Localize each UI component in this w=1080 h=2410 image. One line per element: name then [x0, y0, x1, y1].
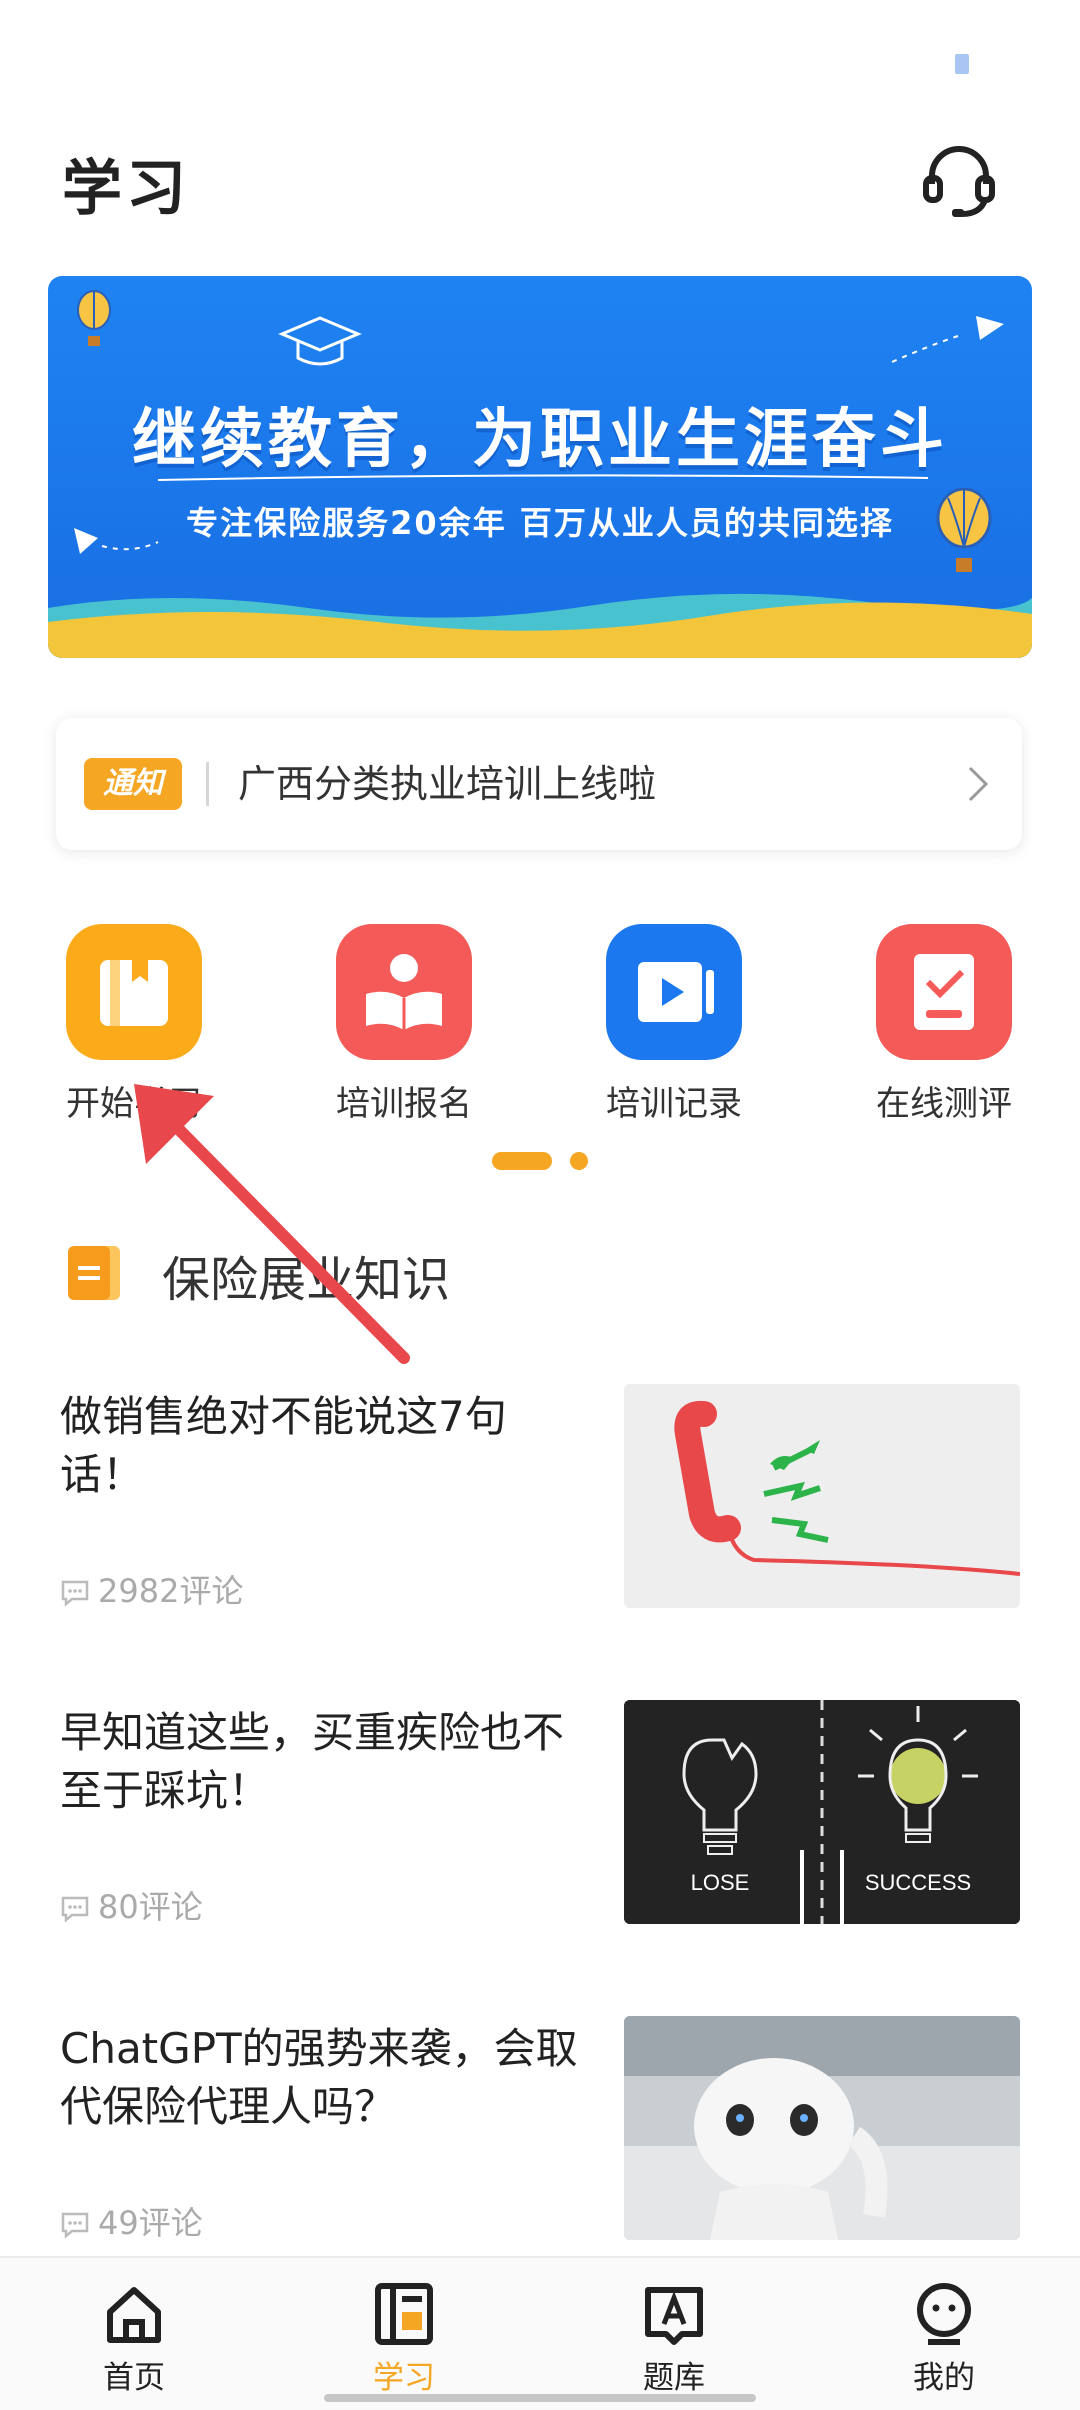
tab-home[interactable]: 首页	[74, 2282, 194, 2396]
menu-training-signup[interactable]: 培训报名	[316, 924, 492, 1124]
menu-label: 培训记录	[606, 1084, 742, 1124]
balloon-icon	[77, 290, 111, 346]
book-icon	[66, 924, 202, 1060]
chevron-right-icon	[968, 766, 989, 802]
customer-service-button[interactable]	[918, 138, 1000, 220]
promo-banner[interactable]: 继续教育，为职业生涯奋斗 专注保险服务20余年 百万从业人员的共同选择	[48, 276, 1032, 658]
article-image-lightbulb[interactable]: LOSE SUCCESS	[624, 1700, 1020, 1924]
tab-label: 我的	[913, 2360, 975, 2396]
page-title: 学习	[62, 154, 190, 224]
menu-start-learning[interactable]: 开始学习	[46, 924, 222, 1124]
notice-bar[interactable]: 通知 广西分类执业培训上线啦	[56, 718, 1022, 850]
comment-count: 80评论	[98, 1888, 203, 1926]
paper-plane-icon	[891, 316, 1004, 363]
notice-badge: 通知	[84, 758, 182, 810]
tab-study[interactable]: 学习	[344, 2282, 464, 2396]
graduation-cap-icon	[278, 316, 362, 366]
video-play-icon	[606, 924, 742, 1060]
banner-underline	[158, 474, 929, 481]
headset-icon	[923, 146, 995, 217]
tab-question-bank[interactable]: 题库	[614, 2282, 734, 2396]
tab-label: 首页	[103, 2360, 165, 2396]
article-comments: 49评论	[60, 2198, 203, 2244]
menu-training-record[interactable]: 培训记录	[586, 924, 762, 1124]
question-bank-icon	[645, 2287, 703, 2345]
comment-icon	[61, 2212, 89, 2239]
article-image-robot[interactable]	[624, 2016, 1020, 2240]
banner-title: 继续教育，为职业生涯奋斗	[132, 403, 948, 477]
home-indicator[interactable]	[324, 2394, 756, 2402]
section-title: 保险展业知识	[162, 1252, 451, 1308]
comment-icon	[61, 1896, 89, 1923]
article-comments: 2982评论	[60, 1566, 243, 1612]
article-image-telephone[interactable]	[624, 1384, 1020, 1608]
banner-subtitle: 专注保险服务20余年 百万从业人员的共同选择	[186, 504, 894, 542]
menu-online-assessment[interactable]: 在线测评	[856, 924, 1032, 1124]
article-title[interactable]: 做销售绝对不能说这7句话！	[60, 1388, 580, 1504]
image-caption-success: SUCCESS	[865, 1870, 971, 1895]
article-comments: 80评论	[60, 1882, 203, 1928]
status-indicator	[955, 54, 969, 74]
image-caption-lose: LOSE	[691, 1870, 750, 1895]
profile-icon	[917, 2283, 971, 2345]
menu-label: 培训报名	[336, 1084, 472, 1124]
document-icon	[68, 1246, 120, 1300]
page-indicator-active	[492, 1152, 552, 1170]
comment-count: 49评论	[98, 2204, 203, 2242]
menu-label: 在线测评	[876, 1084, 1012, 1124]
page-indicator	[570, 1152, 588, 1170]
notice-text: 广西分类执业培训上线啦	[238, 762, 657, 806]
reader-icon	[336, 924, 472, 1060]
tab-label: 题库	[643, 2360, 705, 2396]
article-title[interactable]: 早知道这些，买重疾险也不至于踩坑！	[60, 1704, 580, 1820]
comment-count: 2982评论	[98, 1572, 244, 1610]
tab-label: 学习	[373, 2360, 435, 2396]
article-title[interactable]: ChatGPT的强势来袭，会取代保险代理人吗？	[60, 2020, 580, 2136]
banner-wave	[48, 593, 1032, 658]
divider	[206, 762, 209, 806]
comment-icon	[61, 1580, 89, 1607]
home-icon	[107, 2287, 161, 2343]
checklist-icon	[876, 924, 1012, 1060]
menu-label: 开始学习	[66, 1084, 202, 1124]
tab-profile[interactable]: 我的	[884, 2282, 1004, 2396]
study-icon	[375, 2283, 433, 2345]
